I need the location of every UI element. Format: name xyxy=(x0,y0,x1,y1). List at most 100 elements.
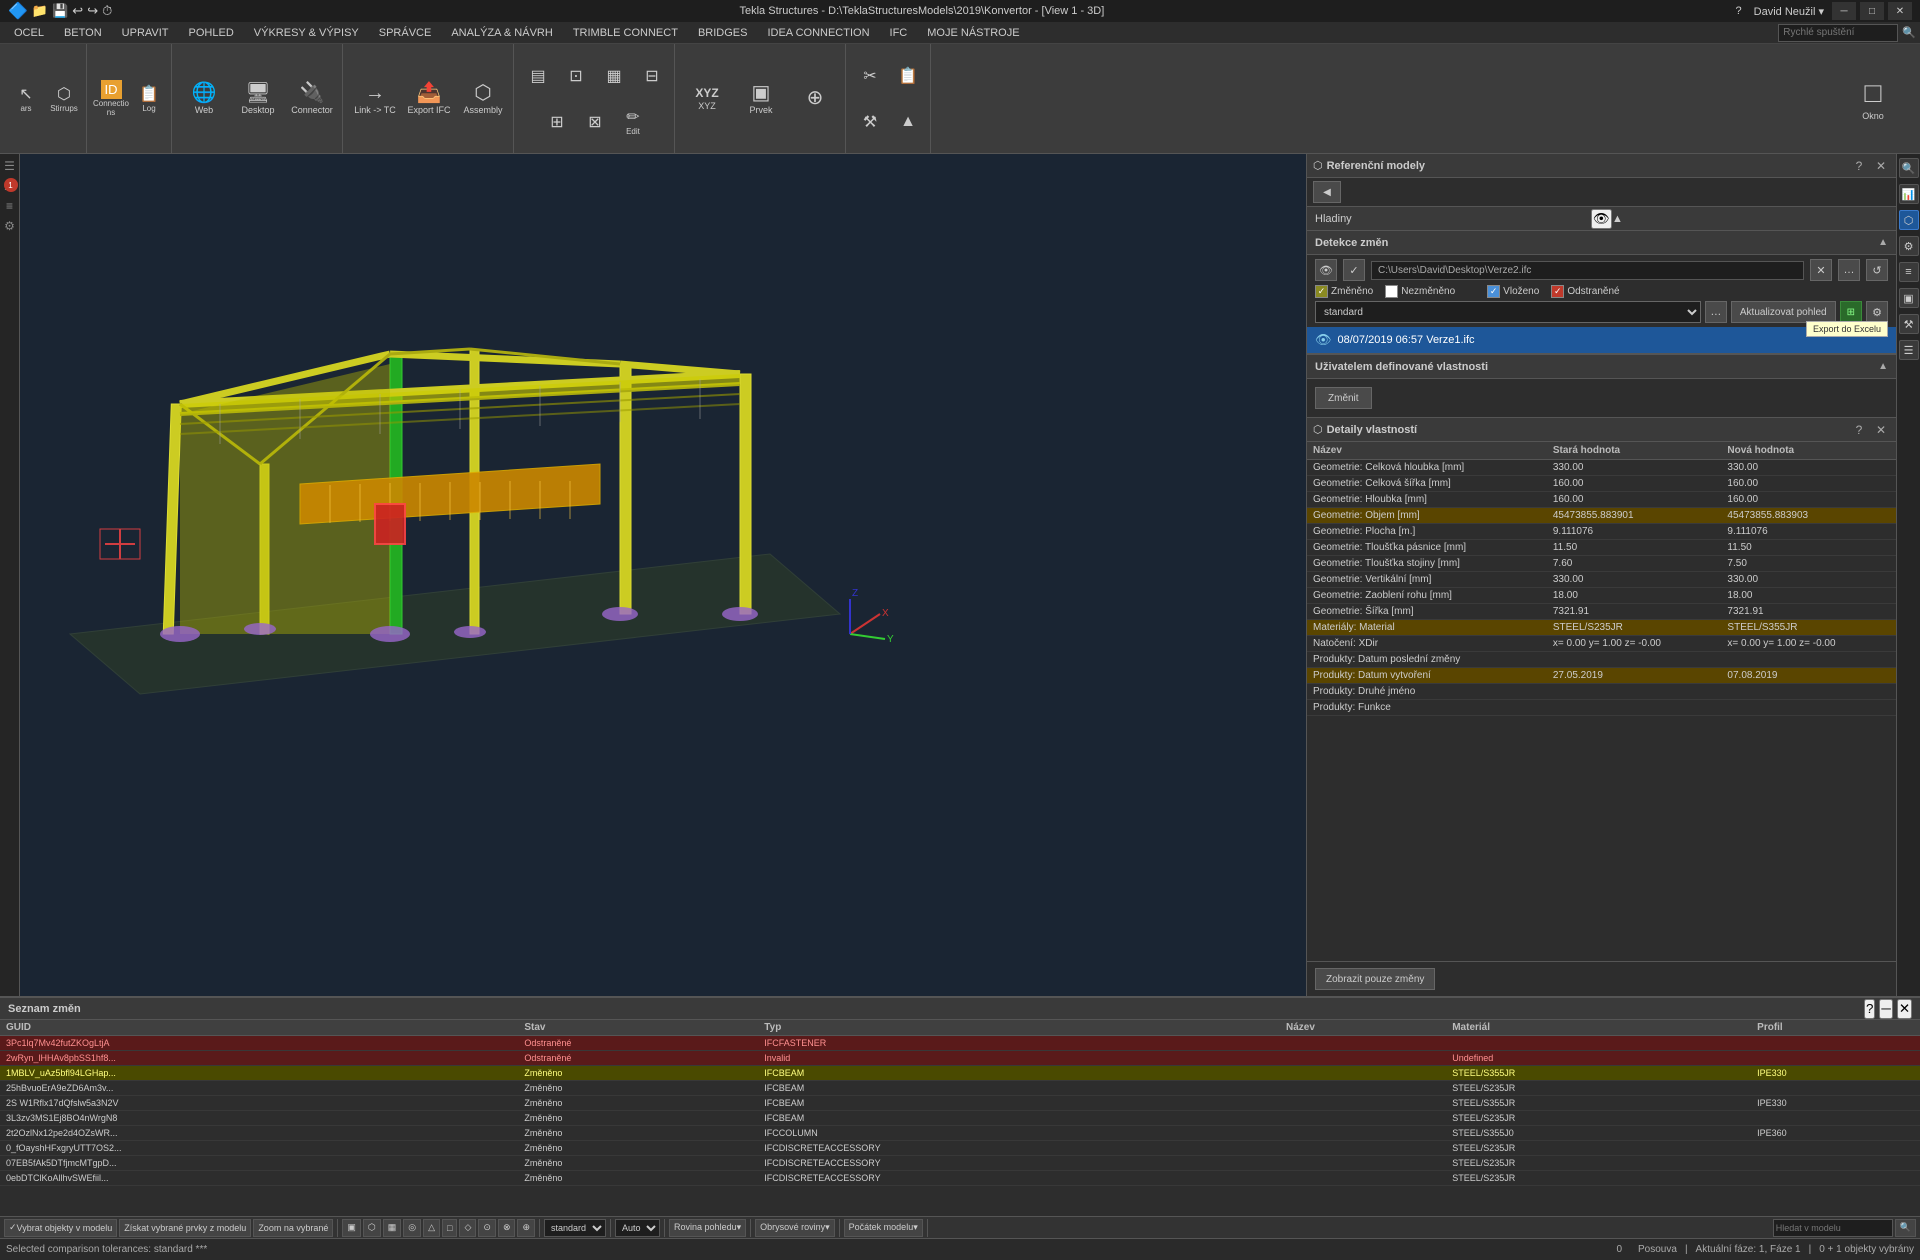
menu-idea[interactable]: IDEA CONNECTION xyxy=(757,25,879,41)
help-icon[interactable]: ? xyxy=(1732,5,1746,17)
bt-mode-select[interactable]: standard xyxy=(544,1219,606,1237)
view-tool-2[interactable]: ⊡ xyxy=(558,54,594,98)
nav-layers[interactable]: ≡ xyxy=(2,198,18,214)
user-menu[interactable]: David Neužil ▾ xyxy=(1750,5,1828,18)
list-row[interactable]: 25hBvuoErA9eZD6Am3v...ZměněnoIFCBEAMSTEE… xyxy=(0,1081,1920,1096)
bt-select-objects[interactable]: ✓ Vybrat objekty v modelu xyxy=(4,1219,117,1237)
bt-view-10[interactable]: ⊕ xyxy=(517,1219,535,1237)
file-more[interactable]: … xyxy=(1838,259,1860,281)
standard-select[interactable]: standard xyxy=(1315,301,1701,323)
list-row[interactable]: 2S W1Rflx17dQfslw5a3N2VZměněnoIFCBEAMSTE… xyxy=(0,1096,1920,1111)
bt-view-7[interactable]: ◇ xyxy=(459,1219,476,1237)
menu-upravit[interactable]: UPRAVIT xyxy=(112,25,179,41)
bt-zoom-selected[interactable]: Zoom na vybrané xyxy=(253,1219,333,1237)
list-content[interactable]: GUID Stav Typ Název Materiál Profil 3Pc1… xyxy=(0,1020,1920,1216)
settings-btn[interactable]: ⚙ xyxy=(1866,301,1888,323)
connector-tool[interactable]: 🔌Connector xyxy=(286,74,338,124)
check-toggle[interactable]: ✓ xyxy=(1343,259,1365,281)
list-row[interactable]: 2wRyn_lHHAv8pbSS1hf8...OdstraněnéInvalid… xyxy=(0,1051,1920,1066)
hladiny-collapse[interactable]: ▲ xyxy=(1612,213,1888,225)
list-row[interactable]: 07EB5fAk5DTfjmcMTgpD...ZměněnoIFCDISCRET… xyxy=(0,1156,1920,1171)
list-minimize[interactable]: ─ xyxy=(1879,999,1892,1019)
menu-trimble[interactable]: TRIMBLE CONNECT xyxy=(563,25,688,41)
cb-removed[interactable]: Odstraněné xyxy=(1551,285,1619,298)
export-ifc-tool[interactable]: 📤Export IFC xyxy=(403,74,455,124)
cb-inserted[interactable]: Vloženo xyxy=(1487,285,1539,298)
bt-rovina[interactable]: Rovina pohledu▾ xyxy=(669,1219,746,1237)
maximize-button[interactable]: □ xyxy=(1860,2,1884,20)
snap-tool[interactable]: ⊕ xyxy=(789,74,841,124)
bt-view-4[interactable]: ◎ xyxy=(403,1219,421,1237)
search-model-input[interactable] xyxy=(1773,1219,1893,1237)
detection-collapse[interactable]: ▲ xyxy=(1878,237,1888,248)
rs-btn-2[interactable]: 📊 xyxy=(1899,184,1919,204)
rs-btn-1[interactable]: 🔍 xyxy=(1899,158,1919,178)
triangle-tool[interactable]: ▲ xyxy=(890,100,926,144)
rs-btn-5[interactable]: ≡ xyxy=(1899,262,1919,282)
details-content[interactable]: Název Stará hodnota Nová hodnota Geometr… xyxy=(1307,442,1896,961)
list-row[interactable]: 3L3zv3MS1Ej8BO4nWrgN8ZměněnoIFCBEAMSTEEL… xyxy=(0,1111,1920,1126)
hladiny-eye[interactable]: 👁 xyxy=(1591,209,1612,229)
bt-get-selected[interactable]: Získat vybrané prvky z modelu xyxy=(119,1219,251,1237)
bt-view-2[interactable]: ⬡ xyxy=(363,1219,381,1237)
bt-view-8[interactable]: ⊙ xyxy=(478,1219,496,1237)
list-row[interactable]: 1MBLV_uAz5bfl94LGHap...ZměněnoIFCBEAMSTE… xyxy=(0,1066,1920,1081)
menu-analyza[interactable]: ANALÝZA & NÁVRH xyxy=(441,25,562,41)
bt-pocatek[interactable]: Počátek modelu▾ xyxy=(844,1219,923,1237)
stirrups-tool[interactable]: ⬡Stirrups xyxy=(46,77,82,121)
view-tool-3[interactable]: ▦ xyxy=(596,54,632,98)
quick-launch-input[interactable] xyxy=(1778,24,1898,42)
xyz-tool[interactable]: XYZXYZ xyxy=(681,74,733,124)
rs-btn-4[interactable]: ⚙ xyxy=(1899,236,1919,256)
cut-tool[interactable]: ✂ xyxy=(852,54,888,98)
list-row[interactable]: 0_fOayshHFxgryUTT7OS2...ZměněnoIFCDISCRE… xyxy=(0,1141,1920,1156)
rs-btn-7[interactable]: ⚒ xyxy=(1899,314,1919,334)
list-row[interactable]: 2t2OzlNx12pe2d4OZsWR...ZměněnoIFCCOLUMNS… xyxy=(0,1126,1920,1141)
user-props-collapse[interactable]: ▲ xyxy=(1878,361,1888,372)
menu-spravce[interactable]: SPRÁVCE xyxy=(369,25,442,41)
close-button[interactable]: ✕ xyxy=(1888,2,1912,20)
menu-pohled[interactable]: POHLED xyxy=(179,25,244,41)
ref-models-help[interactable]: ? xyxy=(1850,157,1868,175)
show-only-btn[interactable]: Zobrazit pouze změny xyxy=(1315,968,1435,990)
web-tool[interactable]: 🌐Web xyxy=(178,74,230,124)
rs-btn-6[interactable]: ▣ xyxy=(1899,288,1919,308)
rs-btn-8[interactable]: ☰ xyxy=(1899,340,1919,360)
file-refresh[interactable]: ↺ xyxy=(1866,259,1888,281)
bt-view-5[interactable]: △ xyxy=(423,1219,440,1237)
details-close[interactable]: ✕ xyxy=(1872,421,1890,439)
bt-obrysove[interactable]: Obrysové roviny▾ xyxy=(755,1219,835,1237)
desktop-tool[interactable]: 🖥Desktop xyxy=(232,74,284,124)
menu-ifc[interactable]: IFC xyxy=(880,25,918,41)
export-excel-btn[interactable]: ⊞ xyxy=(1840,301,1862,323)
select-tool[interactable]: ↖ars xyxy=(8,77,44,121)
search-icon-btn[interactable]: 🔍 xyxy=(1895,1219,1916,1237)
bt-view-1[interactable]: ▣ xyxy=(342,1219,361,1237)
update-view-btn[interactable]: Aktualizovat pohled xyxy=(1731,301,1836,323)
bt-view-6[interactable]: □ xyxy=(442,1219,457,1237)
options-btn[interactable]: … xyxy=(1705,301,1727,323)
list-row[interactable]: 0ebDTClKoAllhvSWEfiil...ZměněnoIFCDISCRE… xyxy=(0,1171,1920,1186)
copy-tool[interactable]: 📋 xyxy=(890,54,926,98)
file-close[interactable]: ✕ xyxy=(1810,259,1832,281)
bt-view-3[interactable]: ▦ xyxy=(383,1219,402,1237)
back-button[interactable]: ◀ xyxy=(1313,181,1341,203)
minimize-button[interactable]: ─ xyxy=(1832,2,1856,20)
link-tc-tool[interactable]: →Link -> TC xyxy=(349,74,401,124)
list-close[interactable]: ✕ xyxy=(1897,999,1912,1019)
nav-settings[interactable]: ⚙ xyxy=(2,218,18,234)
rs-btn-3[interactable]: ⬡ xyxy=(1899,210,1919,230)
menu-beton[interactable]: BETON xyxy=(54,25,112,41)
details-help[interactable]: ? xyxy=(1850,421,1868,439)
viewport-3d[interactable]: X Y Z xyxy=(20,154,1306,996)
view-tool-6[interactable]: ⊠ xyxy=(577,100,613,144)
connections-tool[interactable]: ID Connections xyxy=(93,77,129,121)
bt-auto-select[interactable]: Auto xyxy=(615,1219,660,1237)
menu-ocel[interactable]: OCEL xyxy=(4,25,54,41)
menu-bridges[interactable]: BRIDGES xyxy=(688,25,758,41)
cb-changed[interactable]: Změněno xyxy=(1315,285,1373,298)
ref-models-close[interactable]: ✕ xyxy=(1872,157,1890,175)
edit-tool[interactable]: ✏Edit xyxy=(615,100,651,144)
view-tool-5[interactable]: ⊞ xyxy=(539,100,575,144)
window-tool[interactable]: □ Okno xyxy=(1838,59,1908,139)
